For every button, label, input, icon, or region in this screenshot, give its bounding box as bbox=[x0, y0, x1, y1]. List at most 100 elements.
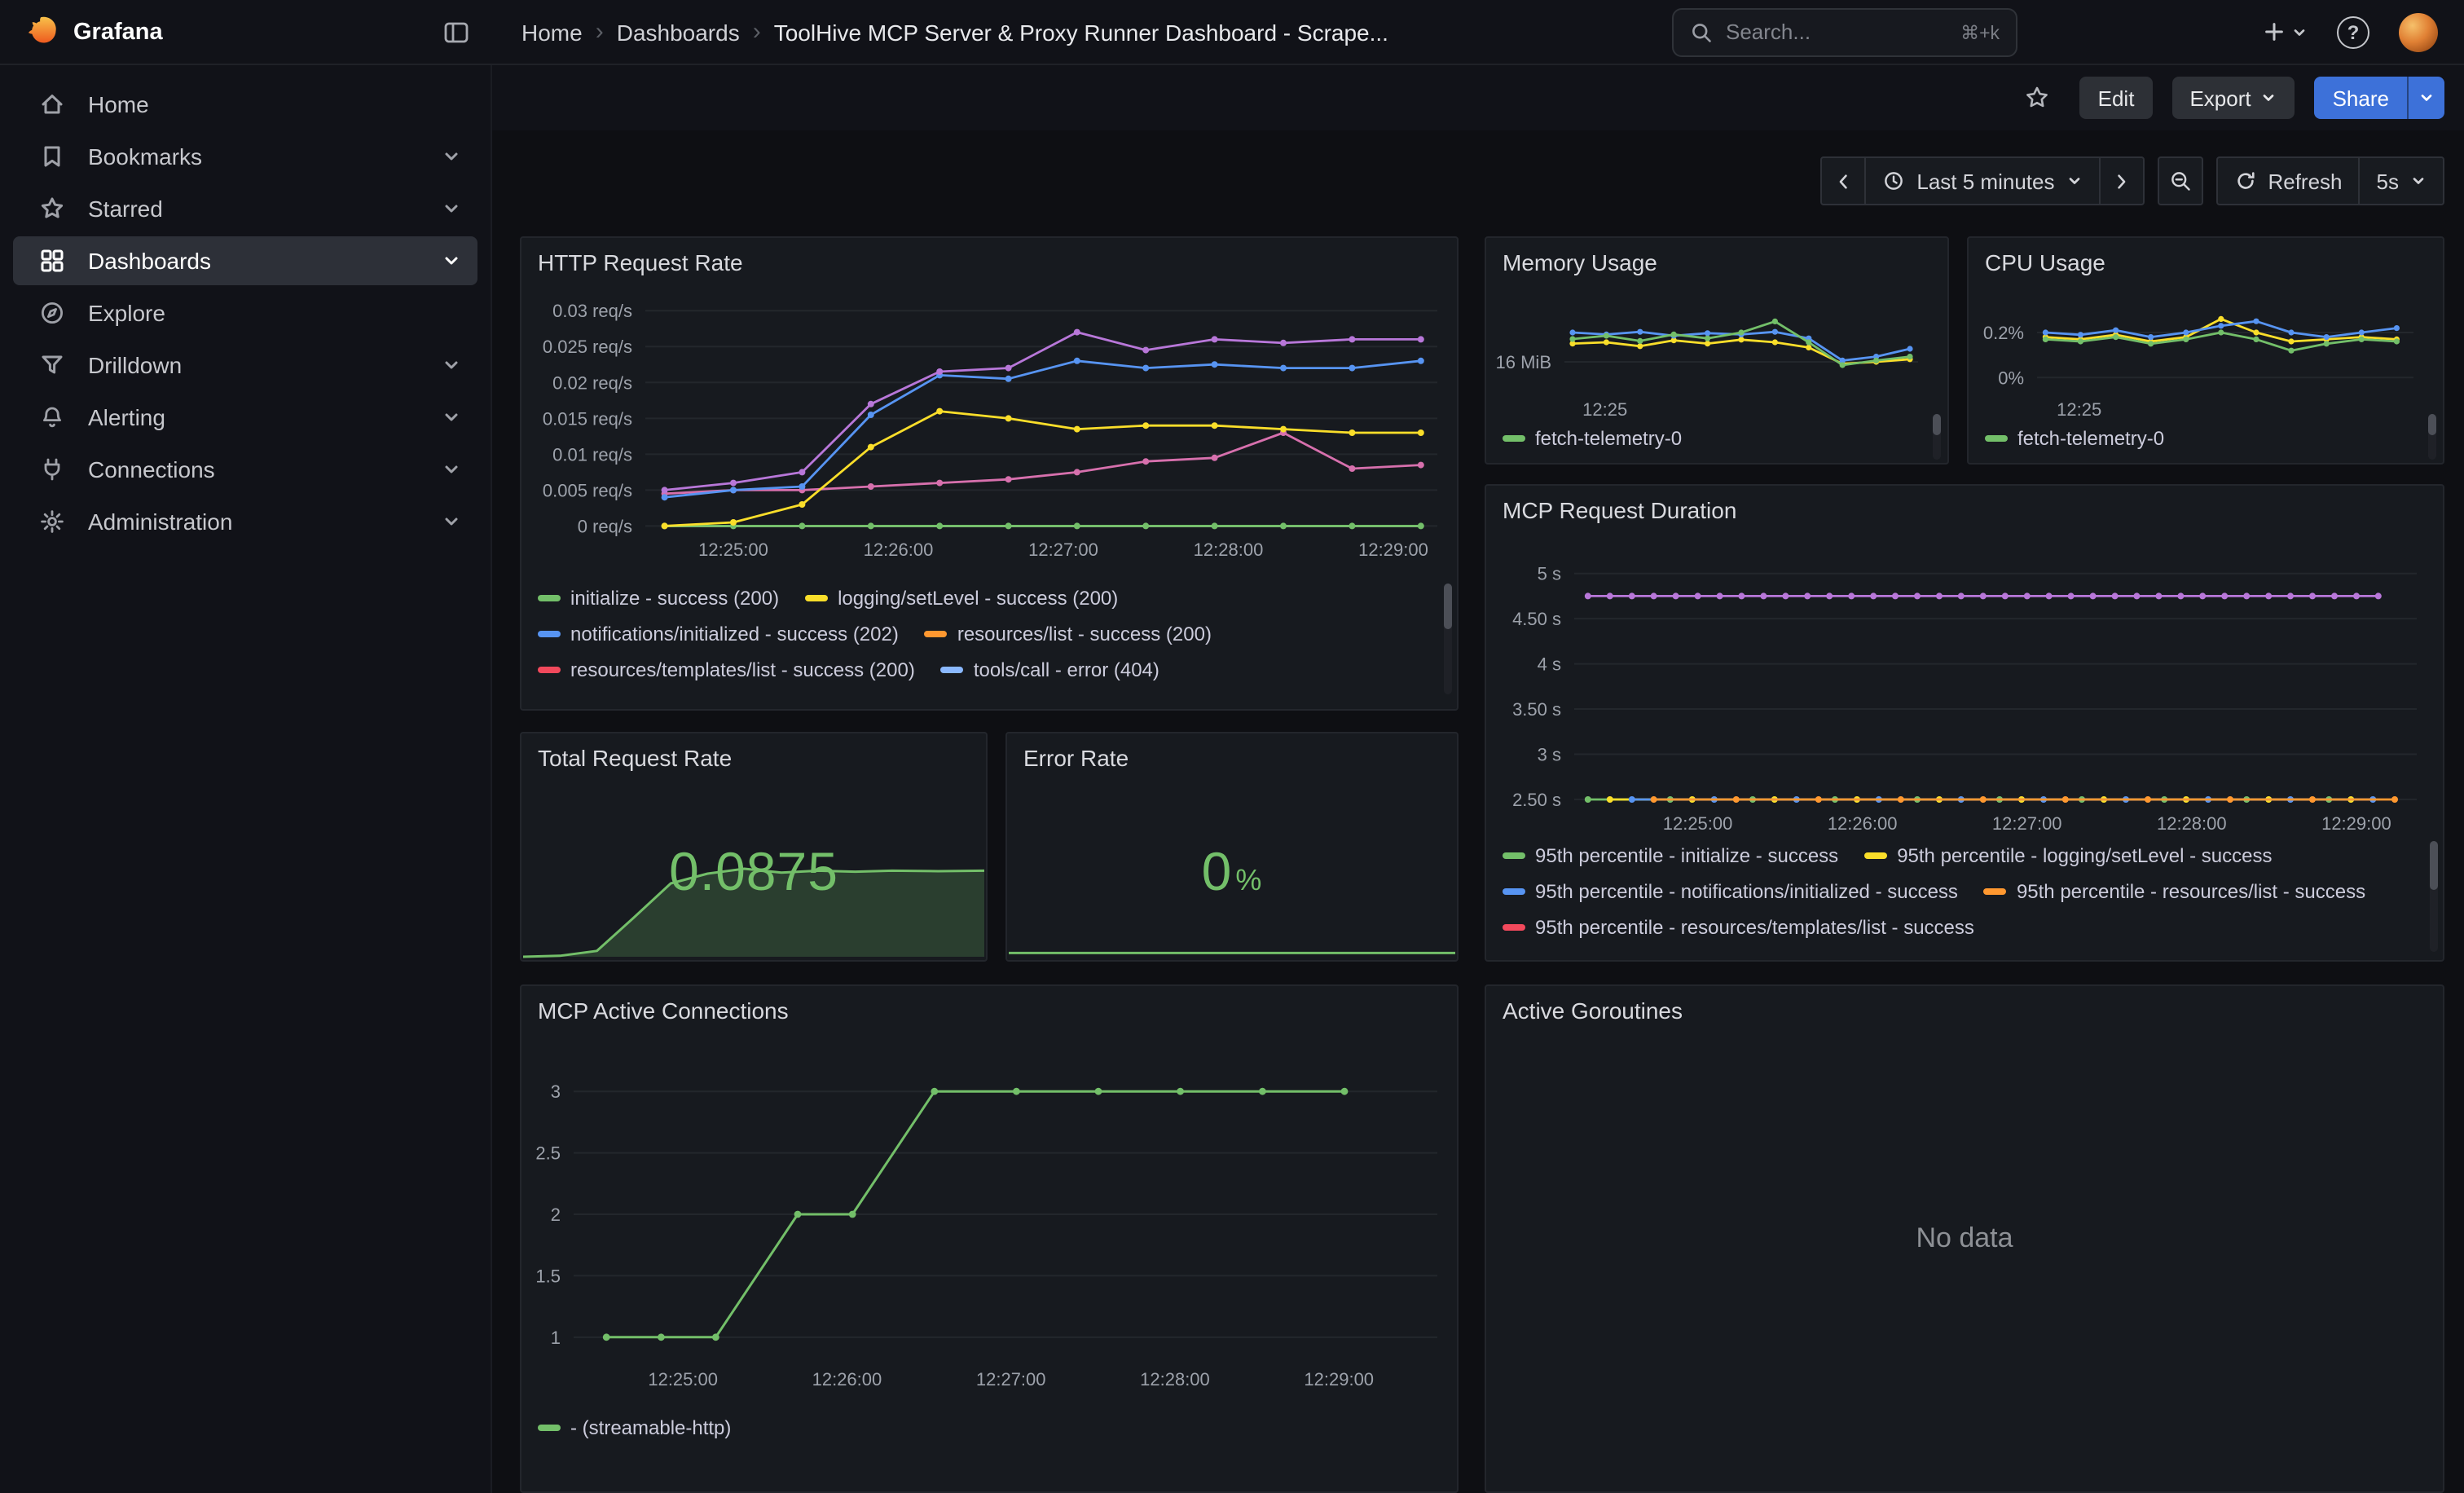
svg-text:3 s: 3 s bbox=[1538, 744, 1561, 764]
panel-title[interactable]: CPU Usage bbox=[1969, 238, 2443, 287]
svg-text:12:26:00: 12:26:00 bbox=[1828, 813, 1898, 834]
sidebar-item-connections[interactable]: Connections bbox=[13, 445, 477, 494]
sidebar-item-alerting[interactable]: Alerting bbox=[13, 393, 477, 442]
svg-text:12:28:00: 12:28:00 bbox=[1194, 540, 1264, 560]
sidebar-item-label: Starred bbox=[88, 196, 163, 222]
legend-scrollbar[interactable] bbox=[1444, 584, 1452, 694]
sidebar: Home Bookmarks Starred Dashboards bbox=[0, 65, 492, 1493]
brand-title: Grafana bbox=[73, 19, 163, 45]
svg-text:3: 3 bbox=[551, 1081, 561, 1102]
chevron-down-icon[interactable] bbox=[442, 147, 461, 166]
legend-item[interactable]: resources/templates/list - success (200) bbox=[538, 655, 915, 685]
chevron-down-icon[interactable] bbox=[442, 407, 461, 427]
sidebar-item-administration[interactable]: Administration bbox=[13, 497, 477, 546]
svg-text:2.5: 2.5 bbox=[535, 1143, 561, 1164]
svg-text:2: 2 bbox=[551, 1205, 561, 1225]
sidebar-item-bookmarks[interactable]: Bookmarks bbox=[13, 132, 477, 181]
edit-button[interactable]: Edit bbox=[2080, 77, 2153, 119]
svg-text:0.02 req/s: 0.02 req/s bbox=[552, 372, 632, 393]
sidebar-item-label: Administration bbox=[88, 509, 232, 535]
svg-text:4.50 s: 4.50 s bbox=[1512, 609, 1561, 629]
panel-title[interactable]: Error Rate bbox=[1007, 733, 1457, 782]
sidebar-item-label: Drilldown bbox=[88, 352, 182, 378]
search-shortcut: ⌘+k bbox=[1960, 20, 2000, 43]
panel-title[interactable]: HTTP Request Rate bbox=[521, 238, 1457, 287]
panel-title[interactable]: MCP Request Duration bbox=[1486, 486, 2443, 535]
time-controls: Last 5 minutes Refresh bbox=[1820, 156, 2444, 205]
time-back-button[interactable] bbox=[1820, 156, 1866, 205]
legend-item[interactable]: unknown - success (200) bbox=[1080, 691, 1331, 698]
memory-usage-chart[interactable]: 16 MiB12:25 bbox=[1489, 287, 1928, 421]
help-icon[interactable]: ? bbox=[2337, 15, 2369, 48]
legend-item[interactable]: 95th percentile - notifications/initiali… bbox=[1503, 877, 1958, 906]
breadcrumb-home[interactable]: Home bbox=[521, 19, 583, 45]
svg-text:12:27:00: 12:27:00 bbox=[1992, 813, 2062, 834]
zoom-out-icon[interactable] bbox=[2157, 156, 2202, 205]
panel-title[interactable]: Memory Usage bbox=[1486, 238, 1947, 287]
grafana-logo-icon[interactable] bbox=[23, 14, 59, 50]
sidebar-item-starred[interactable]: Starred bbox=[13, 184, 477, 233]
breadcrumb: Home › Dashboards › ToolHive MCP Server … bbox=[492, 18, 1672, 46]
svg-text:12:26:00: 12:26:00 bbox=[864, 540, 934, 560]
user-avatar[interactable] bbox=[2399, 12, 2438, 51]
chevron-down-icon[interactable] bbox=[442, 512, 461, 531]
chevron-down-icon[interactable] bbox=[442, 199, 461, 218]
sidebar-item-dashboards[interactable]: Dashboards bbox=[13, 236, 477, 285]
legend-item[interactable]: resources/list - success (200) bbox=[925, 619, 1212, 649]
error-rate-value: 0% bbox=[1007, 841, 1457, 903]
legend-item[interactable]: notifications/initialized - success (202… bbox=[538, 619, 899, 649]
favorite-star-icon[interactable] bbox=[2015, 77, 2061, 119]
legend-item[interactable]: - (streamable-http) bbox=[538, 1413, 731, 1442]
share-button[interactable]: Share bbox=[2315, 77, 2407, 119]
legend-scrollbar[interactable] bbox=[2428, 414, 2436, 460]
legend-item[interactable]: 95th percentile - logging/setLevel - suc… bbox=[1864, 841, 2272, 870]
share-caret-button[interactable] bbox=[2407, 77, 2444, 119]
cpu-usage-chart[interactable]: 0.2%0%12:25 bbox=[1972, 287, 2423, 421]
legend-item[interactable]: fetch-telemetry-0 bbox=[1503, 424, 1682, 453]
mcp-active-connections-chart[interactable]: 11.522.5312:25:0012:26:0012:27:0012:28:0… bbox=[525, 1042, 1447, 1390]
sidebar-item-drilldown[interactable]: Drilldown bbox=[13, 341, 477, 390]
breadcrumb-separator: › bbox=[596, 18, 604, 46]
svg-text:12:27:00: 12:27:00 bbox=[1028, 540, 1098, 560]
legend-scrollbar[interactable] bbox=[1933, 414, 1941, 460]
sidebar-item-home[interactable]: Home bbox=[13, 80, 477, 129]
legend-item[interactable]: 95th percentile - resources/templates/li… bbox=[1503, 913, 1974, 942]
sidebar-item-label: Connections bbox=[88, 456, 215, 482]
legend-scrollbar[interactable] bbox=[2430, 841, 2438, 952]
chevron-down-icon[interactable] bbox=[442, 355, 461, 375]
refresh-interval-picker[interactable]: 5s bbox=[2359, 156, 2444, 205]
panel-title[interactable]: Total Request Rate bbox=[521, 733, 986, 782]
breadcrumb-dashboards[interactable]: Dashboards bbox=[617, 19, 740, 45]
mcp-request-duration-chart[interactable]: 2.50 s3 s3.50 s4 s4.50 s5 s12:25:0012:26… bbox=[1489, 538, 2427, 835]
chevron-down-icon[interactable] bbox=[442, 251, 461, 271]
time-range-picker[interactable]: Last 5 minutes bbox=[1864, 156, 2100, 205]
refresh-label: Refresh bbox=[2268, 169, 2342, 193]
legend-item[interactable]: 95th percentile - initialize - success bbox=[1503, 841, 1838, 870]
panel-active-goroutines: Active Goroutines No data bbox=[1485, 984, 2444, 1493]
svg-text:12:28:00: 12:28:00 bbox=[1140, 1369, 1210, 1390]
refresh-button[interactable]: Refresh bbox=[2215, 156, 2360, 205]
panel-title[interactable]: MCP Active Connections bbox=[521, 986, 1457, 1035]
sidebar-toggle-icon[interactable] bbox=[443, 19, 469, 45]
http-request-rate-chart[interactable]: 0 req/s0.005 req/s0.01 req/s0.015 req/s0… bbox=[525, 287, 1447, 561]
grafana-app: Grafana Home › Dashboards › ToolHive MCP… bbox=[0, 0, 2464, 1493]
search-box[interactable]: ⌘+k bbox=[1672, 7, 2017, 56]
svg-text:0.005 req/s: 0.005 req/s bbox=[543, 480, 632, 500]
drilldown-icon bbox=[39, 352, 65, 378]
sidebar-item-explore[interactable]: Explore bbox=[13, 288, 477, 337]
legend-item[interactable]: fetch-telemetry-0 bbox=[1985, 424, 2164, 453]
breadcrumb-current[interactable]: ToolHive MCP Server & Proxy Runner Dashb… bbox=[774, 19, 1388, 45]
legend-item[interactable]: initialize - success (200) bbox=[538, 584, 779, 613]
new-button[interactable] bbox=[2262, 20, 2308, 44]
legend-item[interactable]: 95th percentile - resources/list - succe… bbox=[1984, 877, 2365, 906]
legend-item[interactable]: tools/call - error (404) bbox=[941, 655, 1159, 685]
time-range-label: Last 5 minutes bbox=[1916, 169, 2054, 193]
chevron-down-icon[interactable] bbox=[442, 460, 461, 479]
time-forward-button[interactable] bbox=[2098, 156, 2144, 205]
search-input[interactable] bbox=[1726, 20, 1947, 44]
legend-item[interactable]: logging/setLevel - success (200) bbox=[805, 584, 1118, 613]
legend-item[interactable]: tools/call - success (200) bbox=[538, 691, 785, 698]
legend-item[interactable]: tools/list - success (200) bbox=[812, 691, 1054, 698]
export-button[interactable]: Export bbox=[2171, 77, 2295, 119]
search-icon bbox=[1690, 20, 1713, 43]
